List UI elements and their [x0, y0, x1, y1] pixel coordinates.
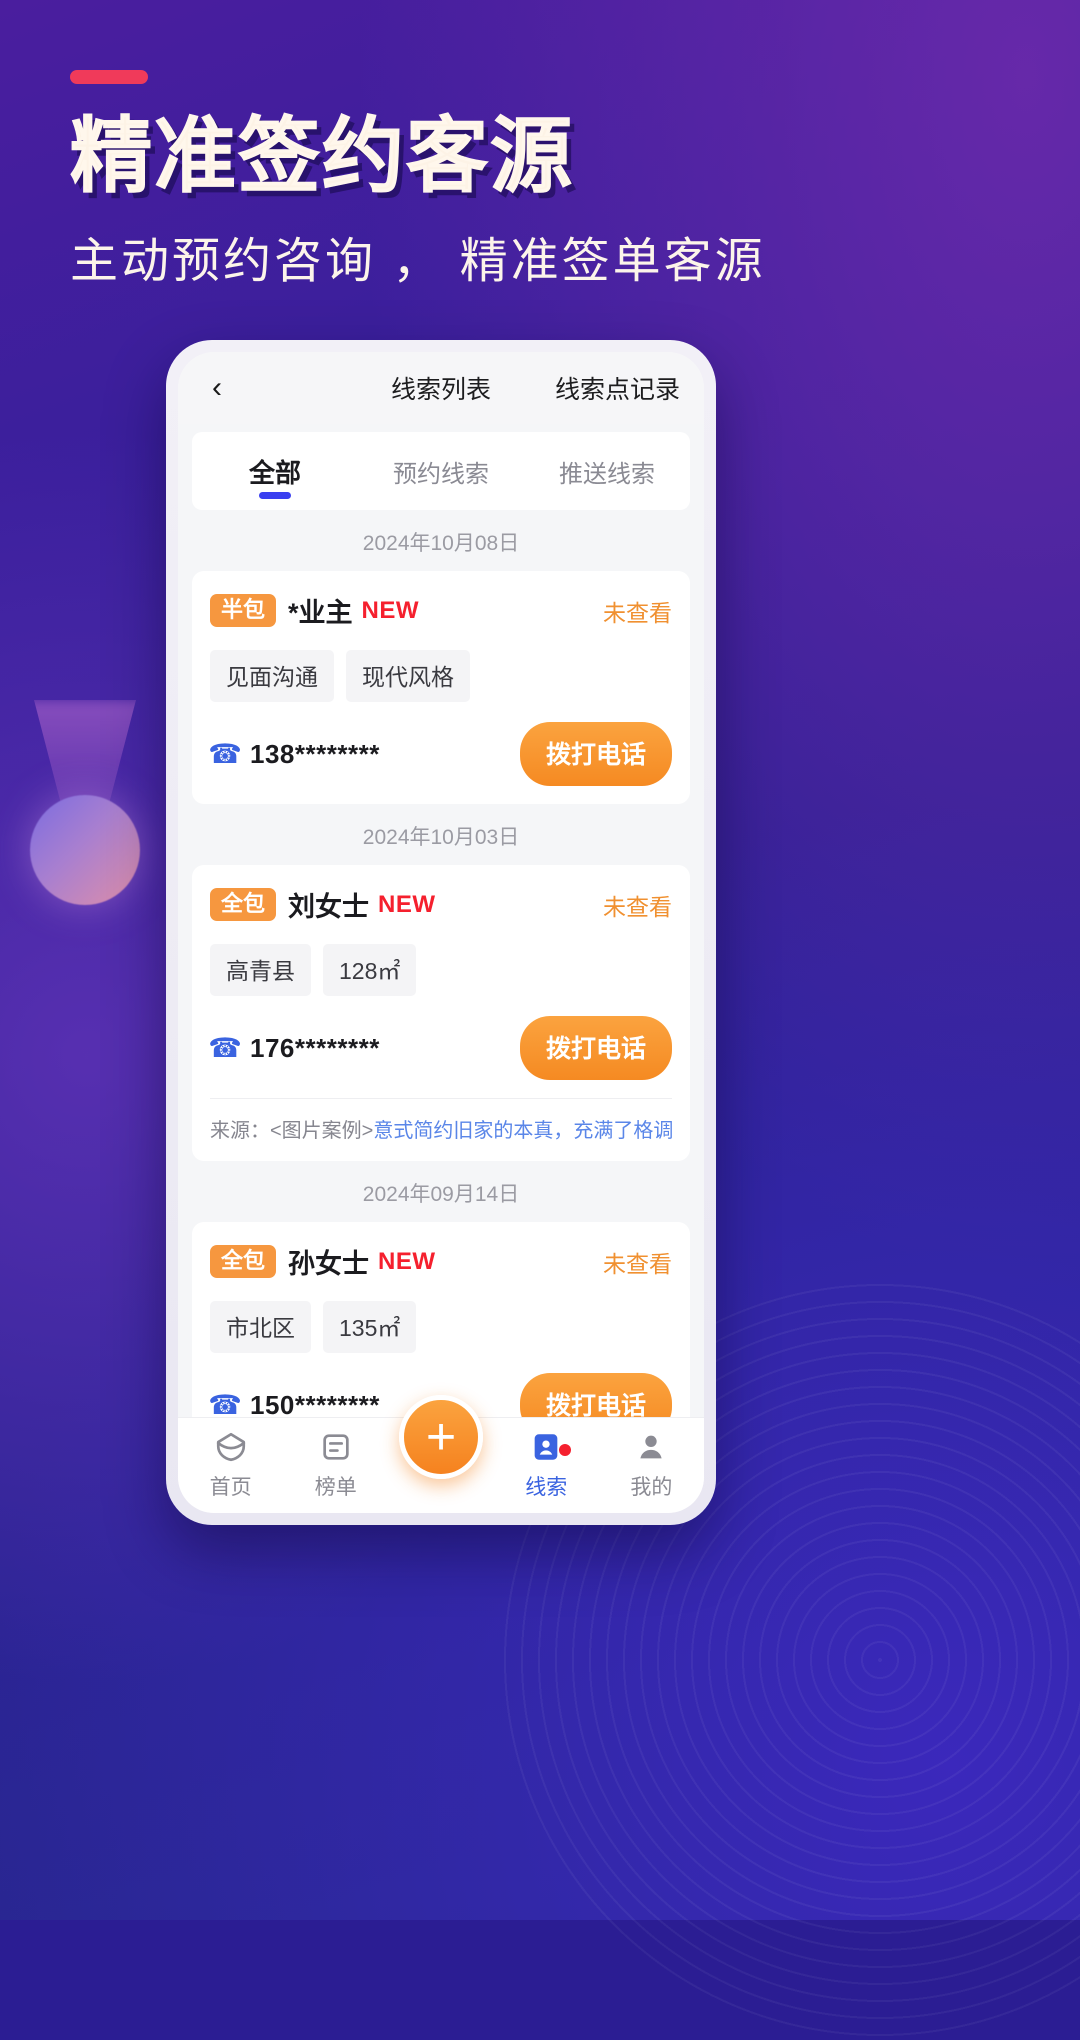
- clue-card[interactable]: 半包 *业主 NEW 未查看 见面沟通 现代风格 ☎ 138******** 拨…: [192, 571, 690, 804]
- phone-row: ☎ 138******** 拨打电话: [208, 722, 672, 786]
- tab-appointment-clues[interactable]: 预约线索: [358, 432, 524, 510]
- tab-bar: 全部 预约线索 推送线索: [192, 432, 690, 510]
- phone-icon: ☎: [208, 738, 242, 769]
- tag-row: 市北区 135㎡: [210, 1301, 672, 1353]
- date-separator: 2024年10月03日: [362, 826, 520, 849]
- package-badge: 半包: [210, 593, 277, 628]
- source-link[interactable]: 意式简约旧家的本真，充满了格调与设计感的: [373, 1120, 672, 1142]
- phone-number: 150********: [250, 1389, 380, 1418]
- tab-appointment-clues-label: 预约线索: [393, 460, 489, 488]
- decor-orb: [30, 795, 140, 905]
- hero-accent-dash: [70, 70, 148, 84]
- phone-icon: ☎: [208, 1389, 242, 1418]
- status-badge: 未查看: [603, 599, 672, 626]
- date-separator: 2024年10月08日: [362, 532, 520, 555]
- tag-item: 见面沟通: [210, 650, 334, 702]
- card-header: 全包 孙女士 NEW 未查看: [210, 1242, 672, 1281]
- nav-item-clue-label: 线索: [525, 1476, 568, 1499]
- tab-pushed-clues-label: 推送线索: [559, 460, 655, 488]
- nav-item-mine[interactable]: 我的: [599, 1430, 704, 1501]
- call-button[interactable]: 拨打电话: [519, 1373, 672, 1417]
- new-badge: NEW: [378, 890, 436, 918]
- app-screen: ‹ 线索列表 线索点记录 全部 预约线索 推送线索 2024年10月08日 半包…: [178, 352, 704, 1513]
- customer-name: 孙女士: [288, 1249, 370, 1279]
- status-badge: 未查看: [603, 893, 672, 920]
- package-badge: 全包: [210, 887, 277, 922]
- clue-point-record-link[interactable]: 线索点记录: [555, 370, 682, 406]
- nav-item-ranking[interactable]: 榜单: [283, 1430, 388, 1501]
- tag-item: 128㎡: [323, 944, 417, 996]
- notification-dot: [559, 1444, 572, 1456]
- tab-all[interactable]: 全部: [192, 432, 358, 510]
- nav-item-ranking-label: 榜单: [314, 1476, 357, 1499]
- customer-name: 刘女士: [288, 892, 370, 922]
- card-header: 全包 刘女士 NEW 未查看: [210, 885, 672, 924]
- phone-mockup: ‹ 线索列表 线索点记录 全部 预约线索 推送线索 2024年10月08日 半包…: [166, 340, 716, 1525]
- tag-item: 135㎡: [323, 1301, 417, 1353]
- tag-item: 现代风格: [346, 650, 470, 702]
- hero-section: 精准签约客源 主动预约咨询 ， 精准签单客源: [70, 70, 970, 291]
- tab-all-label: 全部: [248, 457, 301, 488]
- call-button[interactable]: 拨打电话: [519, 722, 672, 786]
- phone-row: ☎ 176******** 拨打电话: [208, 1016, 672, 1080]
- tag-row: 高青县 128㎡: [210, 944, 672, 996]
- call-button[interactable]: 拨打电话: [519, 1016, 672, 1080]
- clue-card-icon: [534, 1434, 558, 1460]
- source-prefix: 来源：<图片案例>: [210, 1120, 374, 1142]
- hero-title: 精准签约客源: [70, 111, 575, 202]
- nav-item-home-label: 首页: [209, 1476, 252, 1499]
- tag-row: 见面沟通 现代风格: [210, 650, 672, 702]
- phone-icon: ☎: [208, 1032, 242, 1063]
- customer-name: *业主: [288, 598, 353, 628]
- app-header: ‹ 线索列表 线索点记录: [178, 352, 704, 424]
- nav-item-mine-label: 我的: [630, 1476, 673, 1499]
- date-separator: 2024年09月14日: [362, 1183, 520, 1206]
- clue-list[interactable]: 2024年10月08日 半包 *业主 NEW 未查看 见面沟通 现代风格 ☎ 1…: [178, 510, 704, 1417]
- chevron-left-icon[interactable]: ‹: [200, 371, 234, 405]
- tag-item: 市北区: [210, 1301, 311, 1353]
- add-button[interactable]: +: [399, 1395, 483, 1479]
- nav-item-home[interactable]: 首页: [178, 1430, 283, 1501]
- package-badge: 全包: [210, 1244, 277, 1279]
- nav-item-clue[interactable]: 线索: [494, 1430, 599, 1501]
- new-badge: NEW: [378, 1247, 436, 1275]
- new-badge: NEW: [361, 596, 420, 624]
- home-icon: [216, 1432, 245, 1462]
- clue-card[interactable]: 全包 刘女士 NEW 未查看 高青县 128㎡ ☎ 176******** 拨打…: [192, 865, 690, 1161]
- phone-number: 138********: [250, 738, 380, 769]
- tag-item: 高青县: [210, 944, 311, 996]
- user-icon: [640, 1435, 663, 1459]
- card-header: 半包 *业主 NEW 未查看: [210, 591, 672, 630]
- ranking-icon: [323, 1434, 349, 1460]
- bottom-nav: 首页 榜单 线索 我的 +: [178, 1395, 704, 1513]
- status-badge: 未查看: [603, 1250, 672, 1277]
- hero-subtitle: 主动预约咨询 ， 精准签单客源: [70, 235, 766, 289]
- source-row: 来源：<图片案例>意式简约旧家的本真，充满了格调与设计感的: [210, 1098, 672, 1143]
- tab-pushed-clues[interactable]: 推送线索: [524, 432, 690, 510]
- phone-number: 176********: [250, 1032, 380, 1063]
- clue-card[interactable]: 全包 孙女士 NEW 未查看 市北区 135㎡ ☎ 150******** 拨打…: [192, 1222, 690, 1417]
